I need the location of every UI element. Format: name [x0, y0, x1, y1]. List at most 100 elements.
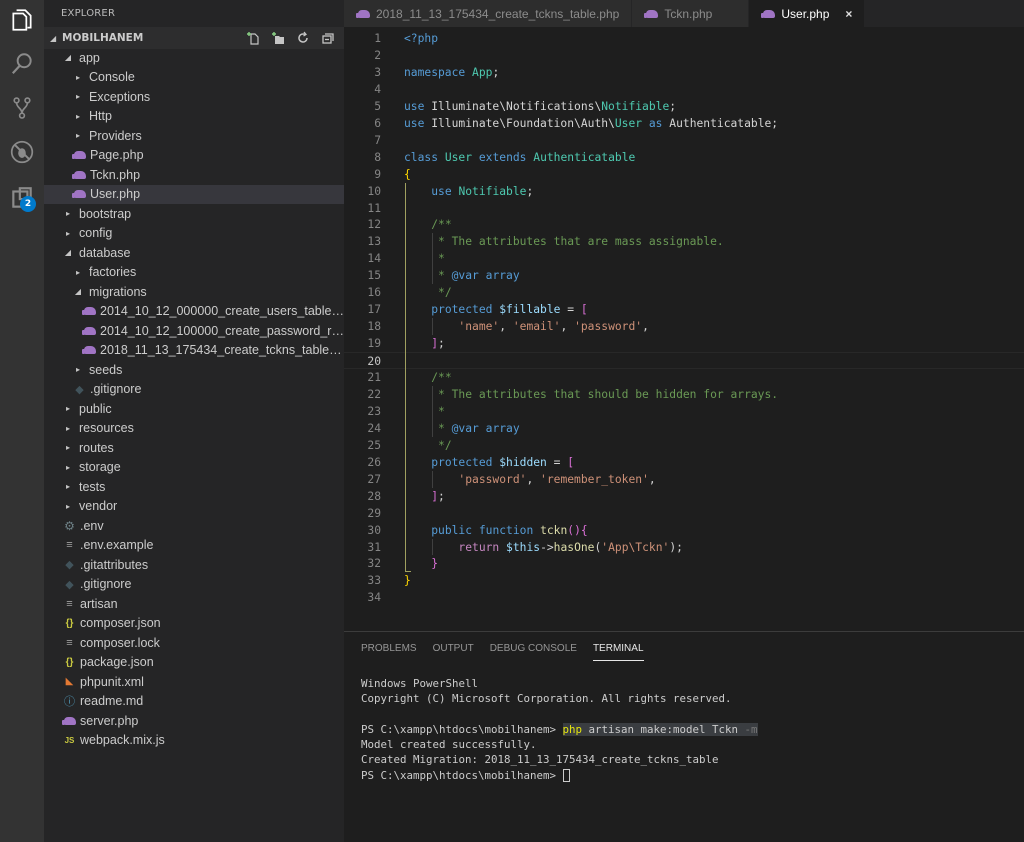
- tree-folder[interactable]: ▸ Http: [44, 107, 344, 127]
- tree-folder[interactable]: ▸ config: [44, 224, 344, 244]
- tree-folder[interactable]: ◢ database: [44, 243, 344, 263]
- line-number: 9: [374, 167, 381, 181]
- tree-file[interactable]: ≡ artisan: [44, 594, 344, 614]
- panel-tab-problems[interactable]: PROBLEMS: [361, 637, 417, 660]
- php-file-icon: [81, 346, 97, 355]
- tree-folder[interactable]: ▸ factories: [44, 263, 344, 283]
- tree-folder[interactable]: ◢ app: [44, 48, 344, 68]
- new-folder-icon[interactable]: [270, 30, 286, 46]
- panel-tab-output[interactable]: OUTPUT: [433, 637, 474, 660]
- tree-folder[interactable]: ▸ seeds: [44, 360, 344, 380]
- tab-tckn-php[interactable]: Tckn.php: [632, 0, 750, 27]
- line-number: 14: [367, 252, 381, 266]
- code-line: 29: [344, 505, 1024, 522]
- code-token: }: [431, 557, 439, 571]
- search-icon[interactable]: [8, 50, 36, 78]
- tree-file[interactable]: JS webpack.mix.js: [44, 731, 344, 751]
- tree-file[interactable]: ◆ .gitignore: [44, 380, 344, 400]
- tree-file[interactable]: server.php: [44, 711, 344, 731]
- git-file-icon: ◆: [65, 578, 74, 591]
- tree-folder[interactable]: ▸ tests: [44, 477, 344, 497]
- indent-guide: [432, 470, 433, 488]
- tree-folder[interactable]: ▸ storage: [44, 458, 344, 478]
- panel-tab-debug-console[interactable]: DEBUG CONSOLE: [490, 637, 577, 660]
- code-token: * The attributes that should be hidden f…: [431, 387, 779, 401]
- tree-file[interactable]: Page.php: [44, 146, 344, 166]
- tree-file[interactable]: ⓘ readme.md: [44, 692, 344, 712]
- code-line: 1 <?php: [344, 30, 1024, 47]
- tree-file[interactable]: {} package.json: [44, 653, 344, 673]
- tree-file[interactable]: {} composer.json: [44, 614, 344, 634]
- code-editor[interactable]: 1 <?php 2 3 namespace App; 4 5 use Illuminate\N…: [344, 27, 1024, 631]
- git-file-icon: ◆: [65, 559, 74, 572]
- tab-create-tckns-table[interactable]: 2018_11_13_175434_create_tckns_table.php: [344, 0, 633, 27]
- code-token: ;: [492, 65, 500, 79]
- tree-folder[interactable]: ▸ resources: [44, 419, 344, 439]
- indent-guide: [432, 318, 433, 336]
- tree-file[interactable]: 2018_11_13_175434_create_tckns_table.php: [44, 341, 344, 361]
- tree-folder[interactable]: ▸ Providers: [44, 126, 344, 146]
- code-line: 16 */: [344, 284, 1024, 301]
- tree-item-label: .gitignore: [80, 577, 132, 592]
- tree-folder[interactable]: ▸ routes: [44, 438, 344, 458]
- xml-file-icon: ◣: [65, 676, 74, 688]
- no-bug-icon[interactable]: [8, 138, 36, 166]
- collapse-all-icon[interactable]: [320, 30, 336, 46]
- close-icon[interactable]: ×: [845, 7, 852, 21]
- tree-item-label: routes: [79, 440, 114, 455]
- tree-folder[interactable]: ▸ bootstrap: [44, 204, 344, 224]
- line-number: 25: [367, 438, 381, 452]
- tree-file[interactable]: 2014_10_12_000000_create_users_table.php: [44, 302, 344, 322]
- project-section-header[interactable]: ◢ MOBILHANEM: [44, 27, 344, 49]
- code-line: 34: [344, 589, 1024, 606]
- tree-item-label: public: [79, 401, 112, 416]
- line-number: 17: [367, 303, 381, 317]
- code-token: ,: [499, 320, 513, 334]
- code-text: <?php: [404, 30, 438, 47]
- tree-file[interactable]: ≡ .env.example: [44, 536, 344, 556]
- code-text: ];: [404, 335, 445, 352]
- code-token: /**: [431, 371, 452, 384]
- line-number: 1: [374, 32, 381, 45]
- git-branch-icon[interactable]: [8, 94, 36, 122]
- tree-file[interactable]: ◆ .gitattributes: [44, 555, 344, 575]
- code-token: as: [648, 116, 663, 130]
- files-icon[interactable]: [8, 6, 36, 34]
- tab-user-php[interactable]: User.php ×: [749, 0, 866, 27]
- terminal-command-word: php: [562, 722, 583, 736]
- tree-folder[interactable]: ▸ Console: [44, 68, 344, 88]
- code-token: *: [431, 404, 445, 418]
- new-file-icon[interactable]: [245, 30, 261, 46]
- tree-file[interactable]: ⚙ .env: [44, 516, 344, 536]
- chevron-down-icon: ◢: [64, 248, 72, 258]
- terminal[interactable]: Windows PowerShell Copyright (C) Microsof…: [361, 676, 758, 783]
- code-token: $hidden: [499, 455, 547, 469]
- tree-file[interactable]: Tckn.php: [44, 165, 344, 185]
- code-line: 5 use Illuminate\Notifications\Notifiable…: [344, 98, 1024, 115]
- tree-folder[interactable]: ◢ migrations: [44, 282, 344, 302]
- code-token: array: [485, 269, 520, 283]
- refresh-icon[interactable]: [295, 30, 311, 46]
- sidebar-title: EXPLORER: [61, 8, 116, 19]
- code-token: ;: [669, 99, 677, 113]
- panel-tab-terminal[interactable]: TERMINAL: [592, 637, 644, 661]
- code-line: 24 * @var array: [344, 420, 1024, 437]
- json-file-icon: {}: [65, 617, 74, 629]
- tree-file[interactable]: 2014_10_12_100000_create_password_resets…: [44, 321, 344, 341]
- extensions-badge: 2: [20, 196, 36, 212]
- code-line: 21 /**: [344, 369, 1024, 386]
- tree-file[interactable]: ◆ .gitignore: [44, 575, 344, 595]
- line-number: 22: [367, 387, 381, 401]
- tree-file[interactable]: User.php: [44, 184, 344, 204]
- tree-file[interactable]: ≡ composer.lock: [44, 633, 344, 653]
- code-text: */: [404, 437, 452, 454]
- tree-folder[interactable]: ▸ vendor: [44, 497, 344, 517]
- line-number: 10: [367, 184, 381, 198]
- tree-folder[interactable]: ▸ public: [44, 399, 344, 419]
- tree-folder[interactable]: ▸ Exceptions: [44, 87, 344, 107]
- tree-file[interactable]: ◣ phpunit.xml: [44, 672, 344, 692]
- terminal-command-args: artisan make:model Tckn: [582, 722, 745, 736]
